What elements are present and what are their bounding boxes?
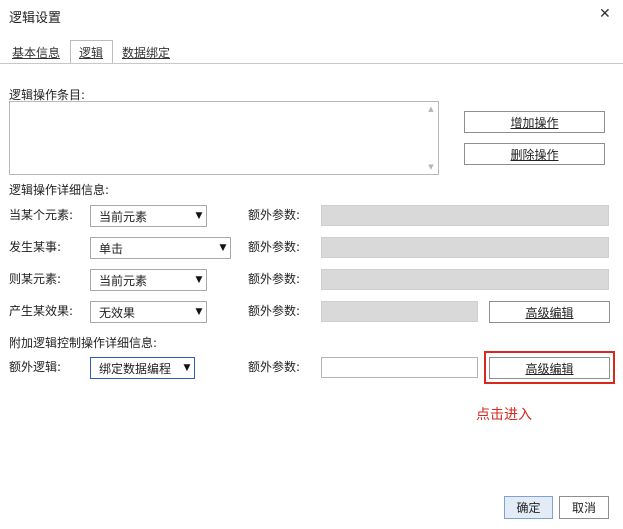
param-field-1 <box>321 205 609 226</box>
when-element-label: 当某个元素: <box>9 208 74 222</box>
ops-listbox[interactable]: ▲ ▼ <box>9 101 439 175</box>
param-label-1: 额外参数: <box>248 208 301 222</box>
effect-label: 产生某效果: <box>9 304 74 318</box>
param-label-2: 额外参数: <box>248 240 301 254</box>
param-label-4: 额外参数: <box>248 304 301 318</box>
effect-value: 无效果 <box>99 305 136 320</box>
chevron-down-icon: ▼ <box>195 307 203 317</box>
chevron-down-icon: ▼ <box>183 363 191 373</box>
param-field-3 <box>321 269 609 290</box>
chevron-down-icon: ▼ <box>195 275 203 285</box>
when-element-select[interactable]: 当前元素 ▼ <box>90 205 207 227</box>
when-element-value: 当前元素 <box>99 209 148 224</box>
target-element-select[interactable]: 当前元素 ▼ <box>90 269 207 291</box>
annotation-highlight-box <box>484 351 615 384</box>
param-field-4 <box>321 301 478 322</box>
delete-operation-button[interactable]: 删除操作 <box>464 143 605 165</box>
param-label-3: 额外参数: <box>248 272 301 286</box>
close-icon[interactable]: ✕ <box>599 6 611 22</box>
chevron-down-icon: ▼ <box>195 211 203 221</box>
param-field-2 <box>321 237 609 258</box>
extra-logic-select[interactable]: 绑定数据编程 ▼ <box>90 357 195 379</box>
event-select[interactable]: 单击 ▼ <box>90 237 231 259</box>
advanced-edit-button-effect[interactable]: 高级编辑 <box>489 301 610 323</box>
add-operation-button[interactable]: 增加操作 <box>464 111 605 133</box>
tab-basic-info[interactable]: 基本信息 <box>12 44 60 61</box>
extra-heading: 附加逻辑控制操作详细信息: <box>9 336 158 350</box>
extra-logic-value: 绑定数据编程 <box>99 361 172 376</box>
event-value: 单击 <box>99 241 124 256</box>
target-element-label: 则某元素: <box>9 272 62 286</box>
dialog-title: 逻辑设置 <box>9 11 62 26</box>
scroll-up-icon[interactable]: ▲ <box>426 104 436 114</box>
tabs-divider <box>0 63 623 64</box>
detail-heading: 逻辑操作详细信息: <box>9 183 110 197</box>
tab-data-binding[interactable]: 数据绑定 <box>122 44 170 61</box>
target-element-value: 当前元素 <box>99 273 148 288</box>
ok-button[interactable]: 确定 <box>504 496 553 519</box>
annotation-note: 点击进入 <box>476 407 532 423</box>
effect-select[interactable]: 无效果 ▼ <box>90 301 207 323</box>
cancel-button[interactable]: 取消 <box>559 496 609 519</box>
param-field-5[interactable] <box>321 357 478 378</box>
chevron-down-icon: ▼ <box>219 243 227 253</box>
event-label: 发生某事: <box>9 240 62 254</box>
tab-logic[interactable]: 逻辑 <box>79 44 103 61</box>
extra-logic-label: 额外逻辑: <box>9 360 62 374</box>
scroll-down-icon[interactable]: ▼ <box>426 162 436 172</box>
param-label-5: 额外参数: <box>248 360 301 374</box>
